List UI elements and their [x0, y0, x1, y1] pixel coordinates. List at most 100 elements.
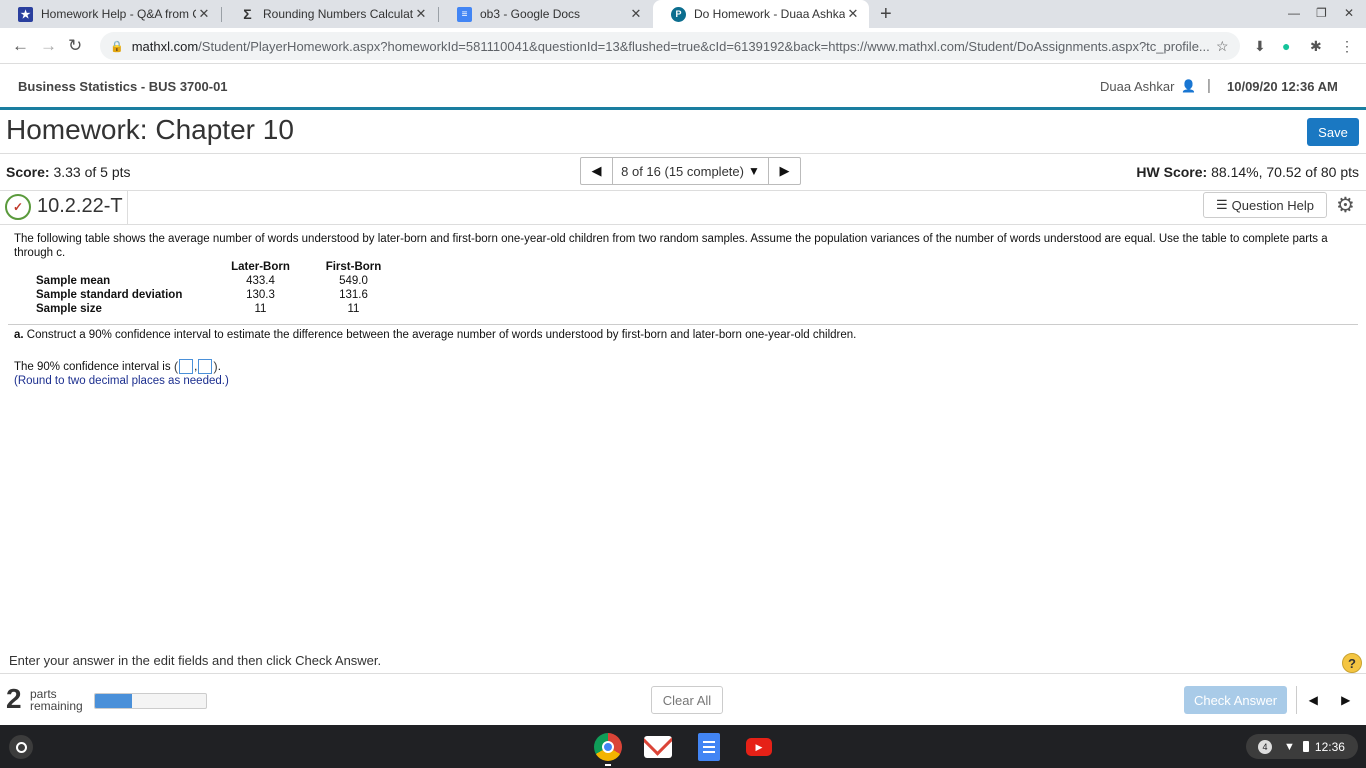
close-window-icon[interactable]: ✕: [1344, 6, 1354, 20]
question-navigator: ◀ 8 of 16 (15 complete) ▼ ▶: [580, 157, 801, 185]
address-bar[interactable]: 🔒 mathxl.com/Student/PlayerHomework.aspx…: [100, 32, 1240, 60]
part-a-text: Construct a 90% confidence interval to e…: [26, 329, 857, 341]
system-tray[interactable]: 4 ▼ 12:36: [1246, 734, 1358, 759]
browser-tab-rounding-calculator[interactable]: Σ Rounding Numbers Calculator ✕: [222, 0, 437, 28]
back-arrow-icon[interactable]: ←: [12, 36, 29, 56]
column-header: First-Born: [325, 261, 382, 273]
browser-tab-homework-help[interactable]: ★ Homework Help - Q&A from Onli ✕: [0, 0, 220, 28]
lock-icon: 🔒: [110, 40, 124, 53]
table-header-row: Later-Born First-Born: [30, 260, 400, 274]
ci-upper-input[interactable]: [198, 359, 213, 374]
table-cell: 131.6: [339, 289, 368, 301]
browser-tab-strip: ★ Homework Help - Q&A from Onli ✕ Σ Roun…: [0, 0, 1366, 28]
table-corner: [30, 260, 214, 274]
triangle-right-icon: ▶: [779, 163, 790, 178]
next-question-button[interactable]: ▶: [768, 158, 800, 184]
clear-all-button[interactable]: Clear All: [651, 686, 723, 714]
user-name[interactable]: Duaa Ashkar: [1100, 79, 1174, 94]
next-part-button[interactable]: ▶: [1330, 686, 1363, 714]
section-divider: [8, 324, 1358, 325]
question-help-label: Question Help: [1231, 197, 1315, 213]
parts-progress-bar: [94, 693, 207, 709]
pearson-icon: P: [671, 6, 686, 22]
launcher-icon[interactable]: [9, 735, 33, 759]
rounding-note: (Round to two decimal places as needed.): [14, 375, 229, 387]
partial-credit-icon: ✓: [5, 194, 31, 220]
score: Score: 3.33 of 5 pts: [6, 164, 131, 180]
docs-app-icon[interactable]: [693, 731, 725, 763]
course-header: Business Statistics - BUS 3700-01 Duaa A…: [0, 64, 1366, 110]
previous-question-button[interactable]: ◀: [581, 158, 613, 184]
close-icon[interactable]: ✕: [196, 6, 212, 22]
reload-icon[interactable]: ↻: [68, 36, 82, 56]
triangle-right-icon: ▶: [1341, 693, 1351, 707]
row-header: Sample mean: [36, 275, 111, 287]
url-host: mathxl.com: [131, 38, 199, 54]
tab-title: Do Homework - Duaa Ashkar: [694, 7, 845, 21]
browser-tab-do-homework[interactable]: P Do Homework - Duaa Ashkar ✕: [653, 0, 869, 28]
new-tab-button[interactable]: +: [880, 3, 892, 26]
browser-tab-google-docs[interactable]: ≡ ob3 - Google Docs ✕: [439, 0, 652, 28]
youtube-app-icon[interactable]: ▶: [743, 731, 775, 763]
score-row: Score: 3.33 of 5 pts ◀ 8 of 16 (15 compl…: [0, 153, 1366, 191]
restore-icon[interactable]: ❐: [1316, 6, 1327, 20]
footer-bar: 2 parts remaining Clear All Check Answer…: [0, 673, 1366, 725]
tab-title: Homework Help - Q&A from Onli: [41, 7, 196, 21]
forward-arrow-icon[interactable]: →: [40, 36, 57, 56]
check-answer-button[interactable]: Check Answer: [1184, 686, 1287, 714]
tab-title: ob3 - Google Docs: [480, 7, 581, 21]
caret-down-icon: ▼: [747, 164, 760, 178]
score-value: 3.33 of 5 pts: [53, 164, 131, 180]
progress-fill: [95, 694, 132, 708]
sigma-icon: Σ: [243, 6, 252, 22]
header-separator: |: [1207, 77, 1211, 94]
chrome-app-icon[interactable]: [592, 731, 624, 763]
course-title: Business Statistics - BUS 3700-01: [18, 79, 228, 94]
notification-count: 4: [1258, 739, 1272, 754]
question-text: The following table shows the average nu…: [14, 233, 1328, 259]
parts-label-line2: remaining: [30, 699, 83, 713]
close-icon[interactable]: ✕: [413, 6, 429, 22]
ci-lower-input[interactable]: [179, 359, 194, 374]
score-label: Score:: [6, 164, 50, 180]
menu-kebab-icon[interactable]: ⋮: [1340, 38, 1354, 55]
close-icon[interactable]: ✕: [628, 6, 644, 22]
tab-title: Rounding Numbers Calculator: [263, 7, 413, 21]
extensions-puzzle-icon[interactable]: ✱: [1310, 38, 1322, 55]
divider: [127, 191, 128, 224]
ci-comma: ,: [194, 360, 198, 373]
triangle-left-icon: ◀: [591, 163, 602, 178]
question-selector[interactable]: 8 of 16 (15 complete) ▼: [613, 158, 768, 184]
table-cell: 11: [254, 303, 267, 315]
hw-score: HW Score: 88.14%, 70.52 of 80 pts: [1136, 164, 1359, 180]
browser-toolbar: ← → ↻ 🔒 mathxl.com/Student/PlayerHomewor…: [0, 28, 1366, 64]
docs-icon: ≡: [457, 6, 472, 22]
ci-prefix: The 90% confidence interval is: [14, 360, 171, 373]
gmail-app-icon[interactable]: [642, 731, 674, 763]
wifi-icon: ▼: [1284, 740, 1295, 753]
parts-remaining-count: 2: [6, 683, 22, 714]
user-icon[interactable]: 👤: [1181, 79, 1196, 93]
question-help-button[interactable]: ☰ Question Help: [1203, 192, 1327, 218]
url-path: /Student/PlayerHomework.aspx?homeworkId=…: [198, 38, 1210, 54]
part-pager: ◀ ▶: [1296, 686, 1362, 714]
active-app-indicator: [605, 764, 611, 766]
row-header: Sample standard deviation: [36, 289, 183, 301]
download-icon[interactable]: ⬇: [1254, 38, 1266, 55]
hw-score-label: HW Score:: [1136, 164, 1208, 180]
table-row: Sample standard deviation 130.3 131.6: [30, 288, 400, 302]
bookmark-star-icon[interactable]: ☆: [1216, 38, 1229, 55]
grammarly-icon[interactable]: ●: [1282, 38, 1290, 54]
header-datetime: 10/09/20 12:36 AM: [1227, 79, 1338, 94]
hw-score-value: 88.14%, 70.52 of 80 pts: [1211, 164, 1359, 180]
table-cell: 433.4: [246, 275, 275, 287]
previous-part-button[interactable]: ◀: [1297, 686, 1330, 714]
minimize-icon[interactable]: —: [1288, 6, 1300, 20]
save-button[interactable]: Save: [1307, 118, 1359, 146]
parts-remaining-label: parts remaining: [30, 688, 83, 712]
gear-icon[interactable]: ⚙: [1336, 193, 1355, 218]
part-a-label: a.: [14, 329, 24, 341]
close-icon[interactable]: ✕: [845, 6, 861, 22]
os-shelf: ▶ 4 ▼ 12:36: [0, 725, 1366, 768]
help-question-icon[interactable]: ?: [1342, 653, 1362, 673]
